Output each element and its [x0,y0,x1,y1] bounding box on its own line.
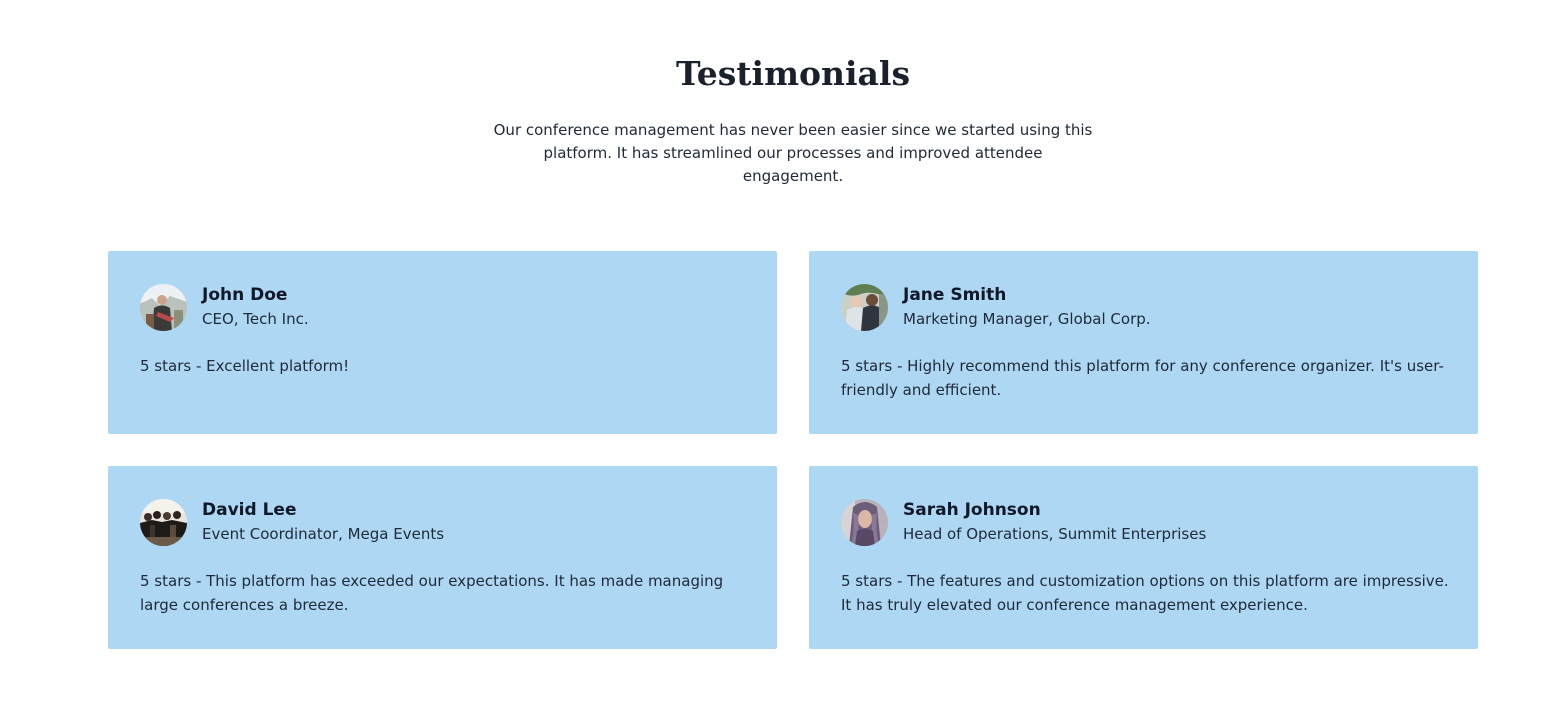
testimonials-section: Testimonials Our conference management h… [0,0,1563,723]
testimonial-name: Sarah Johnson [903,500,1041,520]
avatar [140,499,187,546]
avatar [841,499,888,546]
testimonial-role: Head of Operations, Summit Enterprises [903,525,1207,543]
person-photo-avatar-icon [841,499,888,546]
avatar [841,284,888,331]
testimonial-card: John Doe CEO, Tech Inc. 5 stars - Excell… [108,251,777,434]
testimonial-role: Event Coordinator, Mega Events [202,525,445,543]
testimonial-quote: 5 stars - The features and customization… [841,572,1449,614]
section-subtitle: Our conference management has never been… [493,121,1093,185]
testimonial-card: Sarah Johnson Head of Operations, Summit… [809,466,1478,649]
person-photo-avatar-icon [841,284,888,331]
testimonial-name: Jane Smith [903,285,1007,305]
person-photo-avatar-icon [140,284,187,331]
avatar [140,284,187,331]
testimonial-role: Marketing Manager, Global Corp. [903,310,1151,328]
group-photo-avatar-icon [140,499,187,546]
testimonial-card: Jane Smith Marketing Manager, Global Cor… [809,251,1478,434]
section-title: Testimonials [675,54,911,93]
testimonial-name: John Doe [202,285,288,305]
testimonial-quote: 5 stars - Excellent platform! [140,357,350,375]
testimonial-quote: 5 stars - This platform has exceeded our… [140,572,724,614]
testimonial-card: David Lee Event Coordinator, Mega Events… [108,466,777,649]
testimonial-role: CEO, Tech Inc. [202,310,309,328]
testimonial-name: David Lee [202,500,297,520]
testimonial-quote: 5 stars - Highly recommend this platform… [841,357,1444,399]
